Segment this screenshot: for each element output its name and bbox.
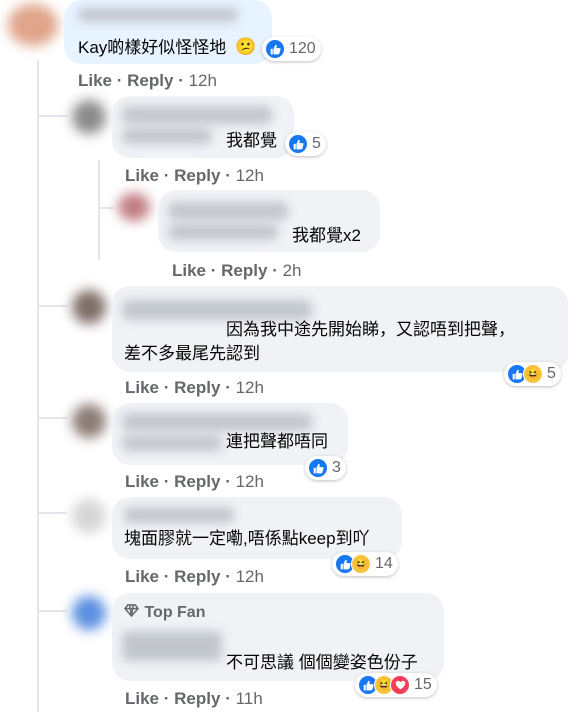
like-link[interactable]: Like	[125, 378, 159, 397]
reply-link[interactable]: Reply	[174, 689, 220, 708]
thread-branch	[37, 610, 67, 612]
separator-dot: ·	[163, 472, 175, 491]
reply-link[interactable]: Reply	[221, 261, 267, 280]
like-reaction-icon	[288, 134, 308, 154]
separator-dot: ·	[163, 378, 175, 397]
commenter-name[interactable]	[122, 631, 222, 661]
comment-text: 塊面膠就一定嘞,唔係點keep到吖	[124, 529, 370, 548]
comment-text: Kay啲樣好似怪怪地	[78, 38, 227, 57]
reaction-summary[interactable]: 😆 15	[355, 673, 437, 697]
like-link[interactable]: Like	[125, 166, 159, 185]
reaction-count: 5	[312, 135, 321, 152]
commenter-name	[168, 224, 278, 240]
avatar[interactable]	[72, 499, 106, 533]
avatar[interactable]	[118, 193, 150, 221]
timestamp[interactable]: 12h	[236, 567, 264, 586]
commenter-name[interactable]	[168, 202, 288, 220]
reaction-summary[interactable]: 😆 14	[332, 552, 398, 576]
separator-dot: ·	[225, 378, 236, 397]
reaction-count: 120	[289, 40, 316, 57]
timestamp[interactable]: 12h	[236, 166, 264, 185]
like-link[interactable]: Like	[125, 472, 159, 491]
separator-dot: ·	[163, 567, 175, 586]
reply-link[interactable]: Reply	[127, 71, 173, 90]
comment-actions: Like · Reply · 12h	[78, 71, 217, 91]
thread-branch	[98, 207, 114, 209]
thread-line-main	[37, 60, 39, 712]
commenter-name[interactable]	[122, 413, 312, 431]
comment-actions: Like · Reply · 12h	[125, 378, 264, 398]
avatar[interactable]	[72, 596, 106, 630]
reaction-summary[interactable]: 3	[305, 456, 346, 480]
timestamp[interactable]: 12h	[236, 378, 264, 397]
avatar[interactable]	[72, 290, 106, 324]
separator-dot: ·	[225, 567, 236, 586]
separator-dot: ·	[163, 689, 175, 708]
like-link[interactable]: Like	[125, 689, 159, 708]
commenter-name[interactable]	[122, 106, 272, 124]
commenter-name[interactable]	[122, 300, 312, 320]
comment-actions: Like · Reply · 2h	[172, 261, 302, 281]
reaction-count: 15	[414, 676, 432, 693]
commenter-name[interactable]	[124, 507, 234, 523]
reply-link[interactable]: Reply	[174, 378, 220, 397]
reaction-count: 14	[375, 555, 393, 572]
comment-actions: Like · Reply · 12h	[125, 472, 264, 492]
timestamp[interactable]: 12h	[189, 71, 217, 90]
diamond-icon	[124, 604, 140, 622]
like-reaction-icon	[265, 39, 285, 59]
comment-actions: Like · Reply · 11h	[125, 689, 263, 709]
reply-link[interactable]: Reply	[174, 472, 220, 491]
separator-dot: ·	[225, 689, 236, 708]
separator-dot: ·	[225, 166, 236, 185]
avatar[interactable]	[72, 404, 106, 438]
thread-branch	[37, 305, 67, 307]
timestamp[interactable]: 12h	[236, 472, 264, 491]
separator-dot: ·	[225, 472, 236, 491]
separator-dot: ·	[163, 166, 175, 185]
commenter-name	[122, 128, 212, 144]
commenter-name	[122, 435, 222, 451]
comment-text: 我都覺	[226, 131, 277, 150]
reply-link[interactable]: Reply	[174, 166, 220, 185]
timestamp[interactable]: 11h	[236, 689, 263, 708]
thread-branch	[37, 417, 67, 419]
reaction-summary[interactable]: 😆 5	[504, 362, 561, 386]
comment-text: 因為我中途先開始睇，又認唔到把聲，	[226, 320, 515, 339]
reaction-summary[interactable]: 120	[262, 37, 321, 61]
like-link[interactable]: Like	[172, 261, 206, 280]
avatar[interactable]	[72, 100, 106, 134]
reaction-count: 3	[332, 459, 341, 476]
thread-branch	[37, 512, 67, 514]
commenter-name[interactable]	[78, 8, 238, 22]
separator-dot: ·	[116, 71, 128, 90]
reaction-count: 5	[547, 365, 556, 382]
separator-dot: ·	[272, 261, 283, 280]
comment-text: 連把聲都唔同	[226, 432, 328, 451]
comment-text: 我都覺x2	[292, 226, 361, 245]
thread-branch	[37, 115, 67, 117]
reaction-summary[interactable]: 5	[285, 132, 326, 156]
like-link[interactable]: Like	[125, 567, 159, 586]
thread-line-nested	[98, 160, 100, 260]
comment-text: 不可思議 個個變姿色份子	[226, 653, 418, 672]
confused-face-emoji: 😕	[235, 37, 257, 56]
comment-actions: Like · Reply · 12h	[125, 166, 264, 186]
avatar[interactable]	[8, 4, 58, 46]
comment-actions: Like · Reply · 12h	[125, 567, 264, 587]
reply-link[interactable]: Reply	[174, 567, 220, 586]
timestamp[interactable]: 2h	[283, 261, 302, 280]
comment-text: 差不多最尾先認到	[124, 344, 260, 363]
separator-dot: ·	[210, 261, 222, 280]
top-fan-badge: Top Fan	[124, 604, 205, 622]
separator-dot: ·	[178, 71, 189, 90]
haha-reaction-icon: 😆	[523, 364, 543, 384]
badge-label: Top Fan	[144, 604, 206, 621]
like-link[interactable]: Like	[78, 71, 112, 90]
like-reaction-icon	[308, 458, 328, 478]
love-reaction-icon	[390, 675, 410, 695]
haha-reaction-icon: 😆	[351, 554, 371, 574]
